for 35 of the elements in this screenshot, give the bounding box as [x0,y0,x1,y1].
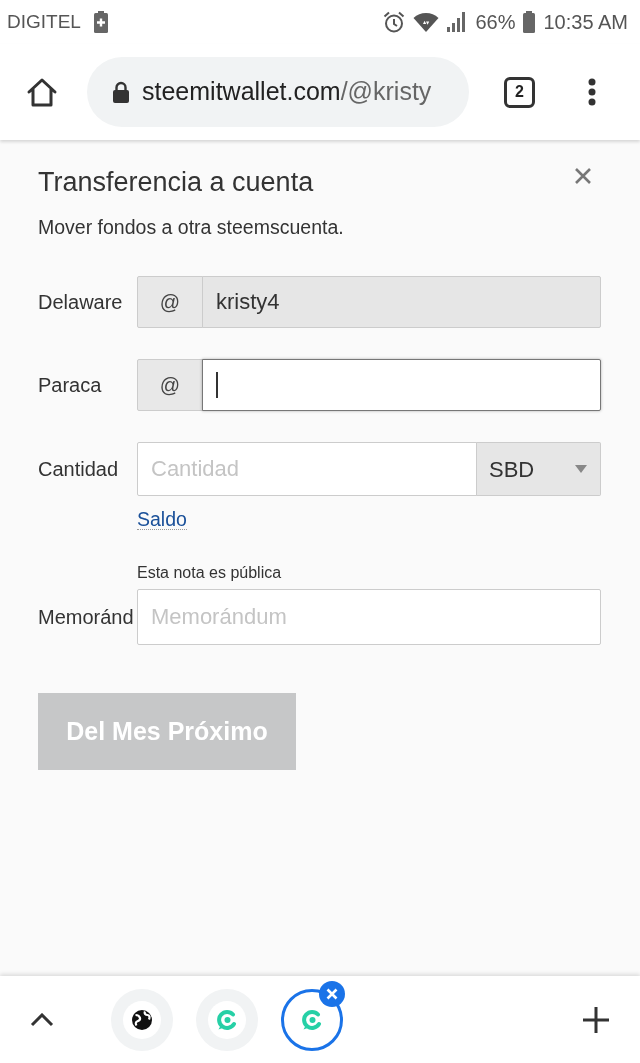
text-cursor-icon [216,372,218,398]
lock-icon [112,81,130,103]
field-label: Memoránd [38,605,135,630]
plus-icon[interactable] [583,1006,609,1033]
battery-percent: 66% [475,10,516,35]
tab-count-button[interactable]: 2 [504,76,535,108]
dialog-title: Transferencia a cuenta [38,167,314,197]
recipient-field[interactable] [202,359,601,411]
caret-icon [575,465,587,473]
battery-icon [523,11,536,33]
field-label: Paraca [38,373,103,398]
globe-icon [123,1000,161,1039]
close-tab-icon[interactable] [319,980,345,1007]
currency-select[interactable]: SBD [476,442,601,496]
alarm-clock-icon [383,11,406,33]
home-icon[interactable] [26,77,58,107]
dialog-subtitle: Mover fondos a otra steemscuenta. [38,215,345,239]
signal-icon [447,12,468,32]
at-prefix: @ [137,276,203,328]
field-label: Cantidad [38,457,120,482]
battery-plus-icon [93,11,108,33]
swirl-icon [208,1000,246,1039]
clock-time: 10:35 AM [543,10,628,35]
address-bar[interactable]: steemitwallet.com/@kristy [87,57,469,127]
more-menu-icon[interactable] [588,78,596,106]
carrier-name: DIGITEL [7,9,81,34]
field-label: Delaware [38,290,124,315]
close-icon[interactable] [574,167,592,185]
wifi-icon [413,12,440,32]
balance-link[interactable]: Saldo [137,509,187,530]
chevron-up-icon[interactable] [30,1012,54,1027]
memo-field[interactable]: Memorándum [137,589,601,645]
memo-note: Esta nota es pública [137,564,283,582]
amount-field[interactable]: Cantidad [137,442,477,496]
at-prefix: @ [137,359,203,411]
